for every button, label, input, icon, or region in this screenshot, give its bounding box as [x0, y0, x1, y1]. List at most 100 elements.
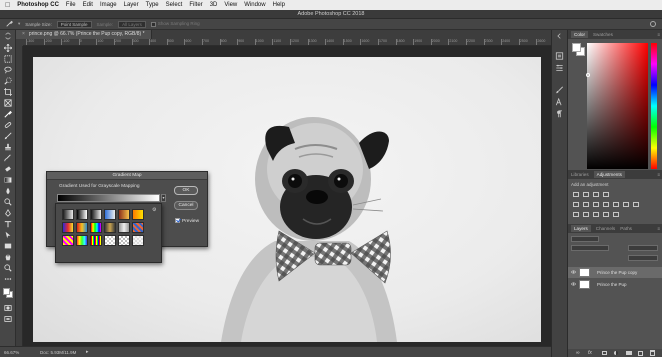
properties-panel-icon[interactable] — [555, 64, 564, 72]
gear-icon[interactable]: ⚙ — [152, 207, 156, 213]
hue-slider[interactable] — [651, 43, 657, 169]
blend-mode-select[interactable] — [571, 245, 609, 251]
quick-mask-icon[interactable] — [4, 304, 12, 312]
pen-tool-icon[interactable] — [4, 209, 12, 217]
layer-row-prince-the-pup[interactable]: Prince the Pup — [568, 279, 662, 290]
type-tool-icon[interactable] — [4, 220, 12, 228]
crop-tool-icon[interactable] — [4, 88, 12, 96]
threshold-icon[interactable] — [593, 212, 599, 217]
collapse-panels-icon[interactable] — [555, 32, 564, 40]
menu-layer[interactable]: Layer — [124, 2, 139, 8]
gradient-preset-swatch[interactable] — [90, 235, 102, 246]
black-white-icon[interactable] — [603, 202, 609, 207]
layers-panel-menu-icon[interactable]: ≡ — [657, 226, 660, 231]
gradient-preset-swatch[interactable] — [132, 235, 144, 246]
color-balance-icon[interactable] — [593, 202, 599, 207]
layer-visibility-eye-icon[interactable] — [571, 282, 576, 286]
gradient-preset-swatch[interactable] — [90, 222, 102, 233]
gradient-preset-swatch[interactable] — [118, 209, 130, 220]
menu-help[interactable]: Help — [273, 2, 285, 8]
menu-3d[interactable]: 3D — [210, 2, 218, 8]
horizontal-ruler[interactable]: -300 -200 -100 0 100 200 300 400 500 600 700 800 900… — [23, 39, 551, 46]
dodge-tool-icon[interactable] — [4, 198, 12, 206]
tool-preset-arrow-icon[interactable]: ▾ — [18, 21, 20, 27]
gradient-preset-swatch[interactable] — [90, 209, 102, 220]
menu-image[interactable]: Image — [100, 2, 117, 8]
gradient-picker-arrow-icon[interactable]: ▾ — [161, 194, 166, 202]
tab-paths[interactable]: Paths — [620, 226, 632, 231]
menu-file[interactable]: File — [66, 2, 76, 8]
curves-icon[interactable] — [593, 192, 599, 197]
gradient-preset-swatch[interactable] — [76, 209, 88, 220]
rectangle-tool-icon[interactable] — [4, 242, 12, 250]
gradient-preset-swatch[interactable] — [62, 235, 74, 246]
zoom-level[interactable]: 66.67% — [4, 350, 19, 355]
levels-icon[interactable] — [583, 192, 589, 197]
layer-filter-select[interactable] — [571, 236, 599, 242]
vertical-ruler[interactable] — [16, 46, 23, 346]
paragraph-panel-icon[interactable] — [555, 110, 564, 118]
path-selection-tool-icon[interactable] — [4, 231, 12, 239]
channel-mixer-icon[interactable] — [623, 202, 629, 207]
menu-edit[interactable]: Edit — [83, 2, 93, 8]
gradient-preset-swatch[interactable] — [76, 235, 88, 246]
blur-tool-icon[interactable] — [4, 187, 12, 195]
preview-checkbox[interactable] — [175, 218, 180, 223]
new-layer-icon[interactable] — [638, 351, 643, 356]
menu-view[interactable]: View — [224, 2, 237, 8]
ruler-corner[interactable] — [16, 39, 23, 46]
layer-name[interactable]: Prince the Pup copy — [597, 270, 637, 275]
sample-select[interactable]: All Layers — [118, 20, 146, 28]
gradient-preview-bar[interactable] — [57, 194, 160, 202]
panel-menu-icon[interactable]: ≡ — [657, 32, 660, 37]
gradient-preset-swatch[interactable] — [104, 222, 116, 233]
preview-option[interactable]: Preview — [175, 218, 199, 224]
show-sampling-ring-option[interactable]: Show Sampling Ring — [150, 21, 200, 27]
layer-name[interactable]: Prince the Pup — [597, 282, 627, 287]
opacity-field[interactable] — [628, 245, 658, 251]
gradient-preset-swatch[interactable] — [132, 222, 144, 233]
adjustments-panel-menu-icon[interactable]: ≡ — [657, 172, 660, 177]
color-lookup-icon[interactable] — [633, 202, 639, 207]
tab-layers[interactable]: Layers — [571, 225, 591, 232]
link-layers-icon[interactable]: ∞ — [576, 350, 580, 356]
new-group-icon[interactable] — [626, 351, 632, 355]
menu-filter[interactable]: Filter — [189, 2, 202, 8]
clone-stamp-tool-icon[interactable] — [4, 143, 12, 151]
invert-icon[interactable] — [573, 212, 579, 217]
search-icon[interactable] — [650, 21, 656, 27]
gradient-tool-icon[interactable] — [4, 176, 12, 184]
tab-swatches[interactable]: Swatches — [593, 32, 613, 37]
layer-visibility-eye-icon[interactable] — [571, 270, 576, 274]
screen-mode-icon[interactable] — [4, 315, 12, 323]
color-picker-ring[interactable] — [586, 73, 590, 77]
eraser-tool-icon[interactable] — [4, 165, 12, 173]
menu-app-name[interactable]: Photoshop CC — [17, 2, 59, 8]
gradient-preset-swatch[interactable] — [104, 209, 116, 220]
frame-tool-icon[interactable] — [4, 99, 12, 107]
sample-size-select[interactable]: Point Sample — [56, 20, 92, 28]
gradient-preset-swatch[interactable] — [132, 209, 144, 220]
cancel-button[interactable]: Cancel — [174, 201, 198, 210]
more-tools-icon[interactable] — [4, 275, 12, 283]
healing-brush-tool-icon[interactable] — [4, 121, 12, 129]
photo-filter-icon[interactable] — [613, 202, 619, 207]
foreground-color-swatch[interactable] — [3, 288, 10, 295]
eyedropper-tool-icon[interactable] — [6, 20, 13, 28]
color-field[interactable] — [586, 43, 648, 169]
hue-saturation-icon[interactable] — [583, 202, 589, 207]
fill-field[interactable] — [628, 255, 658, 261]
zoom-tool-icon[interactable] — [4, 264, 12, 272]
layer-row-prince-the-pup-copy[interactable]: Prince the Pup copy — [568, 267, 662, 278]
delete-layer-icon[interactable] — [650, 350, 655, 356]
tab-color[interactable]: Color — [571, 31, 588, 38]
gradient-map-icon[interactable] — [603, 212, 609, 217]
collapse-toolbar-icon[interactable] — [4, 32, 12, 40]
brushes-panel-icon[interactable] — [555, 86, 564, 94]
close-tab-icon[interactable]: × — [22, 31, 25, 37]
add-mask-icon[interactable] — [602, 351, 607, 355]
apple-icon[interactable]:  — [5, 2, 10, 9]
tab-channels[interactable]: Channels — [596, 226, 615, 231]
layer-style-icon[interactable]: fx — [588, 350, 592, 356]
history-panel-icon[interactable] — [555, 52, 564, 60]
